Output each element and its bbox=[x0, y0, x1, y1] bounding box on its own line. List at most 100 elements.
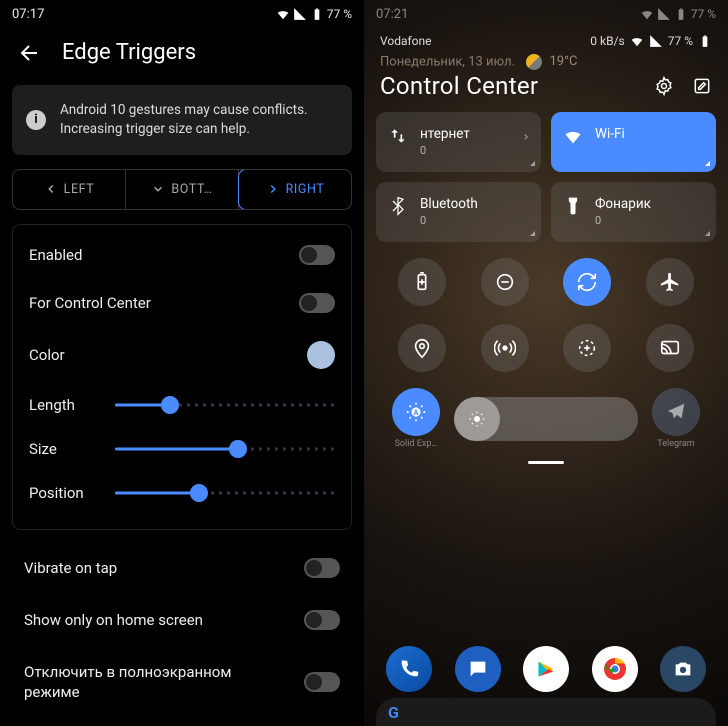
row-control-center[interactable]: For Control Center bbox=[29, 279, 335, 327]
location-button[interactable] bbox=[398, 324, 446, 372]
drag-handle[interactable] bbox=[528, 461, 564, 464]
battery-icon bbox=[698, 34, 712, 48]
row-size: Size bbox=[29, 427, 335, 471]
chevron-left-icon bbox=[44, 182, 58, 196]
enabled-label: Enabled bbox=[29, 246, 82, 264]
tab-right-label: RIGHT bbox=[286, 182, 325, 197]
row-enabled[interactable]: Enabled bbox=[29, 231, 335, 279]
tab-bottom-label: BOTT… bbox=[171, 182, 212, 197]
size-slider[interactable] bbox=[115, 439, 335, 459]
row-fullscreen[interactable]: Отключить в полноэкранном режиме bbox=[0, 646, 364, 719]
bluetooth-icon bbox=[388, 196, 408, 216]
weather-icon bbox=[526, 54, 542, 70]
back-icon[interactable] bbox=[18, 41, 42, 65]
signal-icon bbox=[657, 7, 671, 21]
app-bar: Edge Triggers bbox=[0, 24, 364, 85]
google-search[interactable]: G bbox=[376, 698, 716, 726]
tile-sub: 0 bbox=[595, 214, 651, 227]
tab-bottom[interactable]: BOTT… bbox=[126, 170, 239, 209]
wifi-icon bbox=[276, 7, 290, 21]
rotate-button[interactable] bbox=[563, 258, 611, 306]
add-target-button[interactable] bbox=[563, 324, 611, 372]
telegram-shortcut[interactable] bbox=[652, 388, 700, 436]
tab-left[interactable]: LEFT bbox=[13, 170, 126, 209]
temperature: 19°C bbox=[549, 54, 577, 69]
length-slider[interactable] bbox=[115, 395, 335, 415]
fullscreen-switch[interactable] bbox=[304, 672, 340, 692]
brightness-row: A Solid Exp… Telegram bbox=[364, 380, 728, 455]
color-label: Color bbox=[29, 346, 65, 364]
google-g-icon: G bbox=[388, 703, 399, 722]
battery-saver-button[interactable] bbox=[398, 258, 446, 306]
dnd-button[interactable] bbox=[481, 258, 529, 306]
battery-pct: 77 % bbox=[668, 34, 693, 48]
tab-right[interactable]: RIGHT bbox=[238, 169, 352, 210]
status-bar: 07:17 77 % bbox=[0, 0, 364, 24]
edge-triggers-screen: 07:17 77 % Edge Triggers i Android 10 ge… bbox=[0, 0, 364, 726]
messages-app[interactable] bbox=[455, 646, 501, 692]
status-bar: 07:21 77 % bbox=[364, 0, 728, 24]
tile-internet[interactable]: нтернет0 bbox=[376, 112, 541, 172]
color-chip[interactable] bbox=[307, 341, 335, 369]
wifi-icon bbox=[640, 7, 654, 21]
dock bbox=[364, 646, 728, 692]
wifi-icon bbox=[630, 34, 644, 48]
brightness-slider[interactable] bbox=[454, 397, 638, 441]
app-label-telegram: Telegram bbox=[652, 439, 700, 449]
chevron-down-icon bbox=[151, 182, 165, 196]
tile-wifi[interactable]: Wi-Fi bbox=[551, 112, 716, 172]
tile-label: Bluetooth bbox=[420, 196, 478, 212]
status-icons: 77 % bbox=[276, 7, 352, 21]
svg-text:A: A bbox=[414, 408, 419, 417]
status-icons: 77 % bbox=[640, 7, 716, 21]
size-label: Size bbox=[29, 440, 101, 458]
tab-left-label: LEFT bbox=[64, 182, 95, 197]
wifi-icon bbox=[563, 126, 583, 146]
tile-sub: 0 bbox=[420, 214, 478, 227]
row-length: Length bbox=[29, 383, 335, 427]
chrome-app[interactable] bbox=[592, 646, 638, 692]
row-vibrate[interactable]: Vibrate on tap bbox=[0, 542, 364, 594]
row-color[interactable]: Color bbox=[29, 327, 335, 383]
page-title: Edge Triggers bbox=[62, 40, 196, 65]
hotspot-button[interactable] bbox=[481, 324, 529, 372]
camera-app[interactable] bbox=[660, 646, 706, 692]
quick-tiles: нтернет0 Wi-Fi Bluetooth 0 Фонарик 0 bbox=[364, 112, 728, 242]
cc-switch[interactable] bbox=[299, 293, 335, 313]
auto-brightness-button[interactable]: A bbox=[392, 388, 440, 436]
warning-card: i Android 10 gestures may cause conflict… bbox=[12, 85, 352, 155]
position-slider[interactable] bbox=[115, 483, 335, 503]
vibrate-switch[interactable] bbox=[304, 558, 340, 578]
date-text: Понедельник, 13 июл. bbox=[380, 54, 515, 69]
edge-tabs: LEFT BOTT… RIGHT bbox=[12, 169, 352, 210]
data-arrows-icon bbox=[388, 126, 408, 146]
chevron-right-icon bbox=[521, 130, 531, 144]
battery-icon bbox=[310, 7, 324, 21]
playstore-app[interactable] bbox=[523, 646, 569, 692]
cc-header: Control Center bbox=[364, 72, 728, 112]
tile-label: Фонарик bbox=[595, 196, 651, 212]
tile-label: Wi-Fi bbox=[595, 126, 625, 142]
airplane-button[interactable] bbox=[646, 258, 694, 306]
row-home-only[interactable]: Show only on home screen bbox=[0, 594, 364, 646]
home-switch[interactable] bbox=[304, 610, 340, 630]
flashlight-icon bbox=[563, 196, 583, 216]
tile-flashlight[interactable]: Фонарик 0 bbox=[551, 182, 716, 242]
signal-icon bbox=[649, 34, 663, 48]
battery-pct: 77 % bbox=[327, 7, 352, 21]
app-label-solid: Solid Exp… bbox=[392, 439, 440, 449]
edit-icon[interactable] bbox=[692, 76, 712, 96]
cast-button[interactable] bbox=[646, 324, 694, 372]
cc-label: For Control Center bbox=[29, 294, 151, 312]
tile-bluetooth[interactable]: Bluetooth 0 bbox=[376, 182, 541, 242]
net-speed: 0 kB/s bbox=[590, 34, 624, 48]
warning-text: Android 10 gestures may cause conflicts.… bbox=[60, 101, 338, 139]
cc-title: Control Center bbox=[380, 72, 538, 100]
enabled-switch[interactable] bbox=[299, 245, 335, 265]
brightness-icon bbox=[468, 410, 486, 428]
signal-icon bbox=[293, 7, 307, 21]
gear-icon[interactable] bbox=[654, 76, 674, 96]
battery-icon bbox=[674, 7, 688, 21]
phone-app[interactable] bbox=[386, 646, 432, 692]
position-label: Position bbox=[29, 484, 101, 502]
